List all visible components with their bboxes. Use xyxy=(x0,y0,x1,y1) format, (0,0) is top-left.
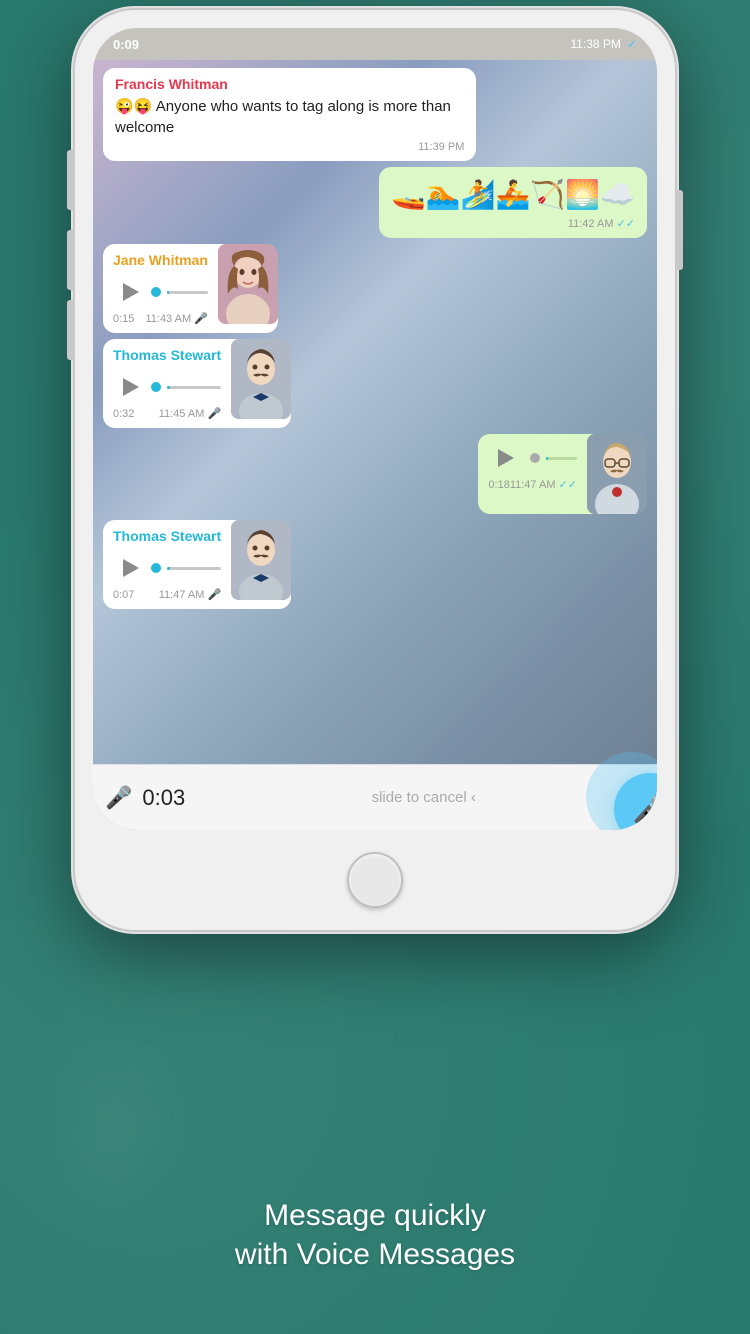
message-text-1: 😜😝 Anyone who wants to tag along is more… xyxy=(115,96,464,138)
voice-controls-6 xyxy=(113,552,221,584)
bottom-text-line1: Message quickly xyxy=(0,1196,750,1235)
mic-indicator-4: 🎤 xyxy=(207,408,221,420)
avatar-self xyxy=(587,434,647,514)
voice-duration-5: 0:18 xyxy=(488,479,509,491)
message-row-2: 🚤🏊🏄🚣🏹🌅☁️ 11:42 AM ✓✓ xyxy=(103,167,647,238)
phone-screen: 0:09 11:38 PM ✓ Francis Whitman 😜😝 Anyon… xyxy=(93,28,657,830)
message-row-3: Jane Whitman 0:15 xyxy=(103,244,582,333)
voice-time-row-5: 0:18 11:47 AM ✓✓ xyxy=(488,478,577,491)
bottom-text-line2: with Voice Messages xyxy=(0,1235,750,1274)
sender-name-francis: Francis Whitman xyxy=(115,76,464,92)
voice-duration-3: 0:15 xyxy=(113,313,134,325)
bottom-text: Message quickly with Voice Messages xyxy=(0,1196,750,1274)
emoji-text: 🚤🏊🏄🚣🏹🌅☁️ xyxy=(391,175,635,214)
record-timer: 0:03 xyxy=(142,785,192,811)
home-button[interactable] xyxy=(347,852,403,908)
sender-thomas-1: Thomas Stewart xyxy=(113,347,221,363)
status-call-time: 0:09 xyxy=(113,37,139,52)
message-row-1: Francis Whitman 😜😝 Anyone who wants to t… xyxy=(103,68,582,161)
waveform-line-3 xyxy=(167,291,208,294)
slide-to-cancel: slide to cancel ‹ xyxy=(202,789,645,806)
voice-time-3: 11:43 AM 🎤 xyxy=(145,312,207,325)
sender-thomas-2: Thomas Stewart xyxy=(113,528,221,544)
message-row-5: 0:18 11:47 AM ✓✓ xyxy=(103,434,647,514)
voice-time-row-3: 0:15 11:43 AM 🎤 xyxy=(113,312,208,325)
voice-message-5: 0:18 11:47 AM ✓✓ xyxy=(478,434,647,514)
voice-content-6: Thomas Stewart 0:07 xyxy=(103,520,231,609)
voice-controls-5 xyxy=(488,442,577,474)
voice-controls-3 xyxy=(113,276,208,308)
chat-background: Francis Whitman 😜😝 Anyone who wants to t… xyxy=(93,60,657,830)
voice-time-4: 11:45 AM 🎤 xyxy=(159,407,221,420)
input-bar: 🎤 0:03 slide to cancel ‹ 🎤 xyxy=(93,764,657,830)
voice-content-4: Thomas Stewart 0:32 xyxy=(103,339,231,428)
status-check: ✓ xyxy=(627,37,637,51)
voice-content-3: Jane Whitman 0:15 xyxy=(103,244,218,333)
mic-button-large[interactable]: 🎤 xyxy=(614,773,657,830)
play-button-4[interactable] xyxy=(113,371,145,403)
message-meta-1: 11:39 PM xyxy=(115,141,464,153)
message-row-4: Thomas Stewart 0:32 xyxy=(103,339,582,428)
waveform-line-4 xyxy=(167,386,221,389)
message-meta-2: 11:42 AM ✓✓ xyxy=(391,217,635,230)
voice-content-5: 0:18 11:47 AM ✓✓ xyxy=(478,434,587,514)
status-bar: 0:09 11:38 PM ✓ xyxy=(93,28,657,60)
voice-duration-6: 0:07 xyxy=(113,589,134,601)
voice-controls-4 xyxy=(113,371,221,403)
record-mic-icon: 🎤 xyxy=(105,785,132,811)
play-button-6[interactable] xyxy=(113,552,145,584)
avatar-thomas-2 xyxy=(231,520,291,600)
status-right-group: 11:38 PM ✓ xyxy=(570,37,637,51)
waveform-dot-5 xyxy=(530,453,540,463)
play-button-5[interactable] xyxy=(488,442,520,474)
voice-message-4: Thomas Stewart 0:32 xyxy=(103,339,291,428)
phone-frame: 0:09 11:38 PM ✓ Francis Whitman 😜😝 Anyon… xyxy=(75,10,675,930)
play-triangle-6 xyxy=(123,559,139,577)
mic-indicator-3: 🎤 xyxy=(194,313,208,325)
avatar-jane xyxy=(218,244,278,324)
message-bubble-1: Francis Whitman 😜😝 Anyone who wants to t… xyxy=(103,68,476,161)
play-triangle-4 xyxy=(123,378,139,396)
avatar-thomas-1 xyxy=(231,339,291,419)
status-clock: 11:38 PM xyxy=(570,37,620,51)
waveform-dot-6 xyxy=(151,563,161,573)
voice-message-3: Jane Whitman 0:15 xyxy=(103,244,278,333)
mic-halo: 🎤 xyxy=(586,752,657,830)
voice-duration-4: 0:32 xyxy=(113,408,134,420)
voice-time-row-6: 0:07 11:47 AM 🎤 xyxy=(113,588,221,601)
voice-time-row-4: 0:32 11:45 AM 🎤 xyxy=(113,407,221,420)
play-triangle-3 xyxy=(123,283,139,301)
waveform-dot-3 xyxy=(151,287,161,297)
waveform-dot-4 xyxy=(151,382,161,392)
waveform-line-5 xyxy=(546,457,577,460)
message-bubble-2: 🚤🏊🏄🚣🏹🌅☁️ 11:42 AM ✓✓ xyxy=(379,167,647,238)
play-button-3[interactable] xyxy=(113,276,145,308)
play-triangle-5 xyxy=(498,449,514,467)
sender-jane: Jane Whitman xyxy=(113,252,208,268)
voice-time-5: 11:47 AM ✓✓ xyxy=(510,478,577,491)
voice-time-6: 11:47 AM 🎤 xyxy=(159,588,221,601)
waveform-line-6 xyxy=(167,567,221,570)
voice-message-6: Thomas Stewart 0:07 xyxy=(103,520,291,609)
mic-indicator-6: 🎤 xyxy=(207,589,221,601)
phone-wrapper: 0:09 11:38 PM ✓ Francis Whitman 😜😝 Anyon… xyxy=(75,10,675,930)
message-row-6: Thomas Stewart 0:07 xyxy=(103,520,582,609)
mic-icon-white: 🎤 xyxy=(633,793,657,826)
